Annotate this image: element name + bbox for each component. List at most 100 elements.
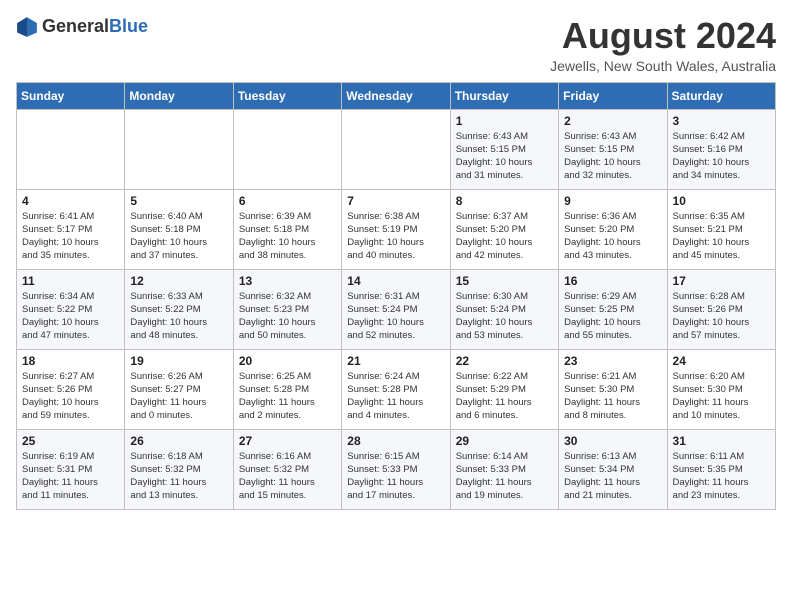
month-year-title: August 2024 [550,16,776,56]
logo-text: GeneralBlue [42,17,148,37]
cell-content: Sunrise: 6:11 AM Sunset: 5:35 PM Dayligh… [673,450,770,503]
calendar-cell: 17 Sunrise: 6:28 AM Sunset: 5:26 PM Dayli… [667,269,775,349]
day-of-week-header: Tuesday [233,82,341,109]
cell-content: Sunrise: 6:19 AM Sunset: 5:31 PM Dayligh… [22,450,119,503]
cell-content: Sunrise: 6:43 AM Sunset: 5:15 PM Dayligh… [564,130,661,183]
calendar-cell: 27Sunrise: 6:16 AM Sunset: 5:32 PM Dayli… [233,429,341,509]
day-of-week-header: Friday [559,82,667,109]
cell-content: Sunrise: 6:24 AM Sunset: 5:28 PM Dayligh… [347,370,444,423]
day-number: 25 [22,434,119,448]
cell-content: Sunrise: 6:42 AM Sunset: 5:16 PM Dayligh… [673,130,770,183]
calendar-cell [342,109,450,189]
cell-content: Sunrise: 6:18 AM Sunset: 5:32 PM Dayligh… [130,450,227,503]
calendar-cell: 5 Sunrise: 6:40 AM Sunset: 5:18 PM Daylig… [125,189,233,269]
calendar-cell: 1 Sunrise: 6:43 AM Sunset: 5:15 PM Daylig… [450,109,558,189]
day-of-week-header: Wednesday [342,82,450,109]
calendar-cell [17,109,125,189]
location-subtitle: Jewells, New South Wales, Australia [550,58,776,74]
calendar-cell: 21Sunrise: 6:24 AM Sunset: 5:28 PM Dayli… [342,349,450,429]
calendar-header-row: SundayMondayTuesdayWednesdayThursdayFrid… [17,82,776,109]
cell-content: Sunrise: 6:37 AM Sunset: 5:20 PM Dayligh… [456,210,553,263]
calendar-cell: 25 Sunrise: 6:19 AM Sunset: 5:31 PM Dayli… [17,429,125,509]
day-number: 18 [22,354,119,368]
day-number: 1 [456,114,553,128]
cell-content: Sunrise: 6:30 AM Sunset: 5:24 PM Dayligh… [456,290,553,343]
day-of-week-header: Sunday [17,82,125,109]
calendar-cell: 13Sunrise: 6:32 AM Sunset: 5:23 PM Dayli… [233,269,341,349]
title-section: August 2024 Jewells, New South Wales, Au… [550,16,776,74]
calendar-cell: 22 Sunrise: 6:22 AM Sunset: 5:29 PM Dayli… [450,349,558,429]
day-of-week-header: Saturday [667,82,775,109]
cell-content: Sunrise: 6:43 AM Sunset: 5:15 PM Dayligh… [456,130,553,183]
calendar-cell: 30 Sunrise: 6:13 AM Sunset: 5:34 PM Dayli… [559,429,667,509]
logo-icon [16,16,38,38]
day-number: 5 [130,194,227,208]
calendar-cell: 23 Sunrise: 6:21 AM Sunset: 5:30 PM Dayli… [559,349,667,429]
calendar-cell [233,109,341,189]
day-number: 30 [564,434,661,448]
calendar-cell: 14 Sunrise: 6:31 AM Sunset: 5:24 PM Dayli… [342,269,450,349]
cell-content: Sunrise: 6:21 AM Sunset: 5:30 PM Dayligh… [564,370,661,423]
calendar-cell: 18 Sunrise: 6:27 AM Sunset: 5:26 PM Dayli… [17,349,125,429]
cell-content: Sunrise: 6:13 AM Sunset: 5:34 PM Dayligh… [564,450,661,503]
day-number: 2 [564,114,661,128]
day-number: 19 [130,354,227,368]
cell-content: Sunrise: 6:16 AM Sunset: 5:32 PM Dayligh… [239,450,336,503]
day-number: 23 [564,354,661,368]
day-number: 31 [673,434,770,448]
cell-content: Sunrise: 6:31 AM Sunset: 5:24 PM Dayligh… [347,290,444,343]
cell-content: Sunrise: 6:38 AM Sunset: 5:19 PM Dayligh… [347,210,444,263]
cell-content: Sunrise: 6:39 AM Sunset: 5:18 PM Dayligh… [239,210,336,263]
day-number: 6 [239,194,336,208]
calendar-cell: 9 Sunrise: 6:36 AM Sunset: 5:20 PM Daylig… [559,189,667,269]
calendar-cell: 29Sunrise: 6:14 AM Sunset: 5:33 PM Dayli… [450,429,558,509]
calendar-cell: 28 Sunrise: 6:15 AM Sunset: 5:33 PM Dayli… [342,429,450,509]
calendar-cell: 20Sunrise: 6:25 AM Sunset: 5:28 PM Dayli… [233,349,341,429]
calendar-week-row: 11Sunrise: 6:34 AM Sunset: 5:22 PM Dayli… [17,269,776,349]
cell-content: Sunrise: 6:22 AM Sunset: 5:29 PM Dayligh… [456,370,553,423]
cell-content: Sunrise: 6:36 AM Sunset: 5:20 PM Dayligh… [564,210,661,263]
day-number: 8 [456,194,553,208]
page-header: GeneralBlue August 2024 Jewells, New Sou… [16,16,776,74]
cell-content: Sunrise: 6:28 AM Sunset: 5:26 PM Dayligh… [673,290,770,343]
day-number: 15 [456,274,553,288]
calendar-cell: 7Sunrise: 6:38 AM Sunset: 5:19 PM Daylig… [342,189,450,269]
day-number: 9 [564,194,661,208]
day-number: 28 [347,434,444,448]
day-number: 12 [130,274,227,288]
calendar-cell: 26 Sunrise: 6:18 AM Sunset: 5:32 PM Dayli… [125,429,233,509]
calendar-table: SundayMondayTuesdayWednesdayThursdayFrid… [16,82,776,510]
calendar-cell: 19 Sunrise: 6:26 AM Sunset: 5:27 PM Dayli… [125,349,233,429]
cell-content: Sunrise: 6:35 AM Sunset: 5:21 PM Dayligh… [673,210,770,263]
day-number: 26 [130,434,227,448]
cell-content: Sunrise: 6:40 AM Sunset: 5:18 PM Dayligh… [130,210,227,263]
cell-content: Sunrise: 6:15 AM Sunset: 5:33 PM Dayligh… [347,450,444,503]
day-number: 16 [564,274,661,288]
cell-content: Sunrise: 6:27 AM Sunset: 5:26 PM Dayligh… [22,370,119,423]
day-number: 10 [673,194,770,208]
calendar-cell [125,109,233,189]
calendar-cell: 8 Sunrise: 6:37 AM Sunset: 5:20 PM Daylig… [450,189,558,269]
day-of-week-header: Monday [125,82,233,109]
calendar-cell: 4 Sunrise: 6:41 AM Sunset: 5:17 PM Daylig… [17,189,125,269]
day-number: 22 [456,354,553,368]
calendar-cell: 31 Sunrise: 6:11 AM Sunset: 5:35 PM Dayli… [667,429,775,509]
cell-content: Sunrise: 6:29 AM Sunset: 5:25 PM Dayligh… [564,290,661,343]
day-of-week-header: Thursday [450,82,558,109]
calendar-cell: 24 Sunrise: 6:20 AM Sunset: 5:30 PM Dayli… [667,349,775,429]
logo-general: General [42,16,109,36]
calendar-cell: 16 Sunrise: 6:29 AM Sunset: 5:25 PM Dayli… [559,269,667,349]
calendar-cell: 6 Sunrise: 6:39 AM Sunset: 5:18 PM Daylig… [233,189,341,269]
cell-content: Sunrise: 6:41 AM Sunset: 5:17 PM Dayligh… [22,210,119,263]
cell-content: Sunrise: 6:14 AM Sunset: 5:33 PM Dayligh… [456,450,553,503]
cell-content: Sunrise: 6:32 AM Sunset: 5:23 PM Dayligh… [239,290,336,343]
logo-blue: Blue [109,16,148,36]
day-number: 24 [673,354,770,368]
day-number: 4 [22,194,119,208]
day-number: 3 [673,114,770,128]
cell-content: Sunrise: 6:34 AM Sunset: 5:22 PM Dayligh… [22,290,119,343]
day-number: 14 [347,274,444,288]
cell-content: Sunrise: 6:26 AM Sunset: 5:27 PM Dayligh… [130,370,227,423]
day-number: 17 [673,274,770,288]
cell-content: Sunrise: 6:20 AM Sunset: 5:30 PM Dayligh… [673,370,770,423]
